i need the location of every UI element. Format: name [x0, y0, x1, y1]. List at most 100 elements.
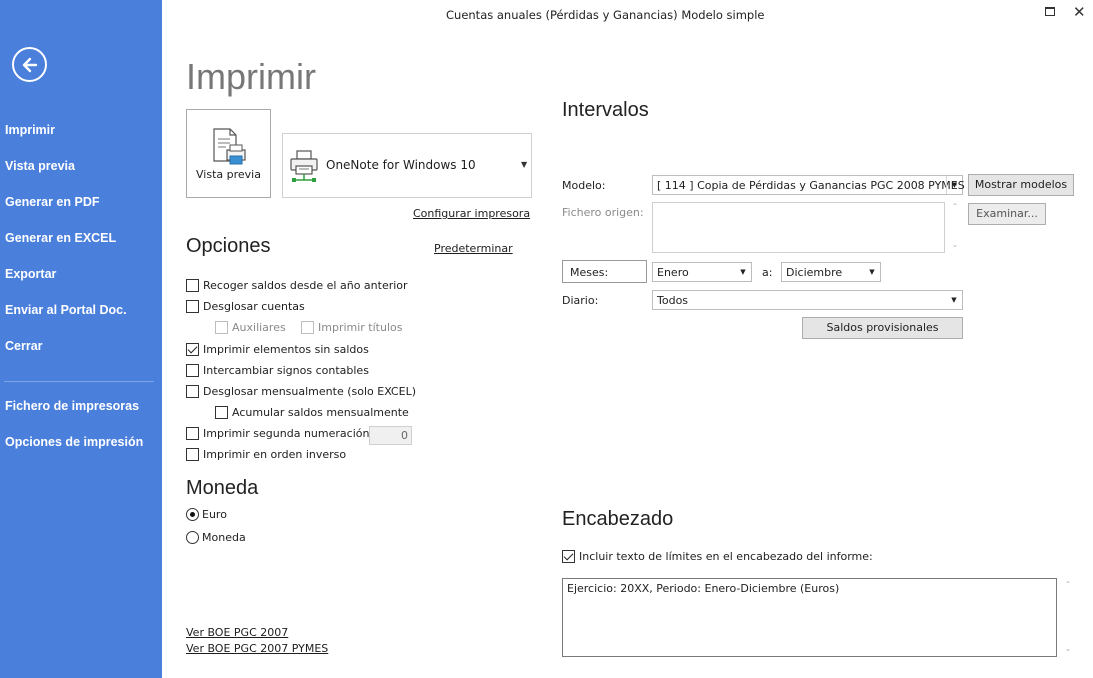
sidebar-item-generar-pdf[interactable]: Generar en PDF: [5, 195, 99, 209]
option-label: Imprimir segunda numeración:: [203, 427, 374, 440]
sidebar-item-exportar[interactable]: Exportar: [5, 267, 56, 281]
checkbox[interactable]: [186, 279, 199, 292]
sidebar-item-fichero-impresoras[interactable]: Fichero de impresoras: [5, 399, 139, 413]
checkbox[interactable]: [186, 300, 199, 313]
source-file-label: Fichero origen:: [562, 206, 644, 219]
sidebar-item-imprimir[interactable]: Imprimir: [5, 123, 55, 137]
sidebar-item-cerrar[interactable]: Cerrar: [5, 339, 43, 353]
header-text-field[interactable]: Ejercicio: 20XX, Periodo: Enero-Diciembr…: [562, 578, 1057, 657]
option-label: Auxiliares: [232, 321, 286, 334]
checkbox[interactable]: [186, 427, 199, 440]
option-label: Imprimir en orden inverso: [203, 448, 347, 461]
option-label: Imprimir elementos sin saldos: [203, 343, 369, 356]
sidebar-item-opciones-impresion[interactable]: Opciones de impresión: [5, 435, 143, 449]
checkbox[interactable]: [186, 364, 199, 377]
month-to-select[interactable]: Diciembre ▼: [781, 262, 881, 282]
second-numbering-field[interactable]: 0: [369, 426, 412, 445]
radio-label: Euro: [202, 508, 227, 521]
printer-select[interactable]: OneNote for Windows 10 ▼: [282, 133, 532, 198]
chevron-down-icon: ▼: [869, 268, 875, 276]
scroll-down-icon[interactable]: ⌄: [950, 240, 960, 250]
include-limits-option[interactable]: Incluir texto de límites en el encabezad…: [562, 550, 873, 563]
checkbox[interactable]: [186, 385, 199, 398]
option-label: Imprimir títulos: [318, 321, 403, 334]
option-label: Desglosar mensualmente (solo EXCEL): [203, 385, 416, 398]
option-segunda-numeracion[interactable]: Imprimir segunda numeración:: [186, 427, 373, 440]
browse-button[interactable]: Examinar...: [968, 203, 1046, 225]
chevron-down-icon: ▼: [740, 268, 746, 276]
month-from-select[interactable]: Enero ▼: [652, 262, 752, 282]
checkbox[interactable]: [562, 550, 575, 563]
option-imprimir-titulos: Imprimir títulos: [301, 321, 402, 334]
back-button[interactable]: [12, 47, 47, 82]
intervals-title: Intervalos: [562, 99, 649, 121]
print-preview-icon: [213, 128, 246, 165]
chevron-down-icon: ▼: [951, 296, 957, 304]
radio-label: Moneda: [202, 531, 246, 544]
month-to-value: Diciembre: [786, 266, 843, 279]
provisional-balances-button[interactable]: Saldos provisionales: [802, 317, 963, 339]
printer-icon: [290, 150, 318, 182]
currency-option-euro[interactable]: Euro: [186, 508, 227, 521]
boe-pgc-2007-link[interactable]: Ver BOE PGC 2007: [186, 626, 288, 639]
header-title: Encabezado: [562, 508, 674, 530]
journal-select[interactable]: Todos ▼: [652, 290, 963, 310]
option-label: Acumular saldos mensualmente: [232, 406, 409, 419]
boe-pgc-2007-pymes-link[interactable]: Ver BOE PGC 2007 PYMES: [186, 642, 328, 655]
back-arrow-icon: [22, 57, 38, 73]
checkbox[interactable]: [215, 406, 228, 419]
maximize-icon[interactable]: [1045, 7, 1055, 16]
option-intercambiar-signos[interactable]: Intercambiar signos contables: [186, 364, 369, 377]
radio-button[interactable]: [186, 531, 199, 544]
printer-name: OneNote for Windows 10: [326, 158, 476, 172]
sidebar-item-generar-excel[interactable]: Generar en EXCEL: [5, 231, 116, 245]
option-acumular-saldos[interactable]: Acumular saldos mensualmente: [215, 406, 409, 419]
scroll-up-icon[interactable]: ⌃: [1063, 580, 1073, 590]
scroll-down-icon[interactable]: ⌄: [1063, 644, 1073, 654]
option-recoger-saldos[interactable]: Recoger saldos desde el año anterior: [186, 279, 408, 292]
radio-button[interactable]: [186, 508, 199, 521]
configure-printer-link[interactable]: Configurar impresora: [413, 207, 530, 220]
option-desglosar-mensualmente[interactable]: Desglosar mensualmente (solo EXCEL): [186, 385, 416, 398]
option-elementos-sin-saldos[interactable]: Imprimir elementos sin saldos: [186, 343, 369, 356]
journal-value: Todos: [657, 294, 689, 307]
checkbox: [215, 321, 228, 334]
source-file-field[interactable]: [652, 202, 945, 253]
currency-title: Moneda: [186, 477, 259, 499]
sidebar: Imprimir Vista previa Generar en PDF Gen…: [0, 0, 162, 678]
option-label: Intercambiar signos contables: [203, 364, 369, 377]
checkbox[interactable]: [186, 343, 199, 356]
header-text-value: Ejercicio: 20XX, Periodo: Enero-Diciembr…: [567, 582, 840, 595]
model-value: [ 114 ] Copia de Pérdidas y Ganancias PG…: [657, 179, 965, 192]
to-label: a:: [762, 266, 773, 279]
preview-button-label: Vista previa: [196, 168, 261, 181]
checkbox: [301, 321, 314, 334]
months-label: Meses:: [570, 266, 609, 279]
sidebar-item-vista-previa[interactable]: Vista previa: [5, 159, 75, 173]
option-label: Desglosar cuentas: [203, 300, 305, 313]
sidebar-divider: [4, 381, 154, 382]
show-models-button[interactable]: Mostrar modelos: [968, 174, 1074, 196]
scroll-up-icon[interactable]: ⌃: [950, 202, 960, 212]
option-auxiliares: Auxiliares: [215, 321, 286, 334]
option-label: Recoger saldos desde el año anterior: [203, 279, 408, 292]
model-select[interactable]: [ 114 ] Copia de Pérdidas y Ganancias PG…: [652, 175, 965, 195]
window-title: Cuentas anuales (Pérdidas y Ganancias) M…: [446, 8, 765, 22]
preview-button[interactable]: Vista previa: [186, 109, 271, 198]
chevron-down-icon: ▼: [946, 176, 962, 194]
sidebar-item-enviar-portal[interactable]: Enviar al Portal Doc.: [5, 303, 127, 317]
option-orden-inverso[interactable]: Imprimir en orden inverso: [186, 448, 346, 461]
close-icon[interactable]: ✕: [1073, 3, 1086, 21]
option-desglosar-cuentas[interactable]: Desglosar cuentas: [186, 300, 305, 313]
month-from-value: Enero: [657, 266, 689, 279]
currency-option-moneda[interactable]: Moneda: [186, 531, 246, 544]
model-label: Modelo:: [562, 179, 606, 192]
page-title: Imprimir: [186, 56, 316, 97]
checkbox[interactable]: [186, 448, 199, 461]
set-default-link[interactable]: Predeterminar: [434, 242, 513, 255]
months-label-box: Meses:: [562, 260, 647, 283]
option-label: Incluir texto de límites en el encabezad…: [579, 550, 873, 563]
options-title: Opciones: [186, 235, 271, 257]
chevron-down-icon: ▼: [521, 160, 528, 169]
journal-label: Diario:: [562, 294, 599, 307]
